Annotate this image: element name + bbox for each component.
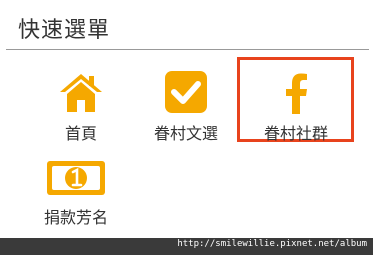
menu-item-donations[interactable]: 捐款芳名 <box>28 158 124 240</box>
menu-item-label: 首頁 <box>64 124 97 143</box>
footer-url: http://smilewillie.pixnet.net/album <box>177 239 367 249</box>
menu-item-label: 捐款芳名 <box>43 208 108 227</box>
footer-bar: http://smilewillie.pixnet.net/album <box>0 238 373 255</box>
checkbox-icon <box>164 70 208 114</box>
menu-item-articles[interactable]: 眷村文選 <box>138 70 234 152</box>
menu-item-label: 眷村社群 <box>263 124 328 143</box>
money-icon <box>46 158 106 198</box>
menu-item-label: 眷村文選 <box>153 124 218 143</box>
title-divider <box>6 49 369 50</box>
menu-item-community[interactable]: 眷村社群 <box>248 70 344 152</box>
page-title: 快速選單 <box>18 18 111 43</box>
menu-item-home[interactable]: 首頁 <box>33 70 129 152</box>
home-icon <box>59 70 103 114</box>
facebook-icon <box>274 70 318 114</box>
